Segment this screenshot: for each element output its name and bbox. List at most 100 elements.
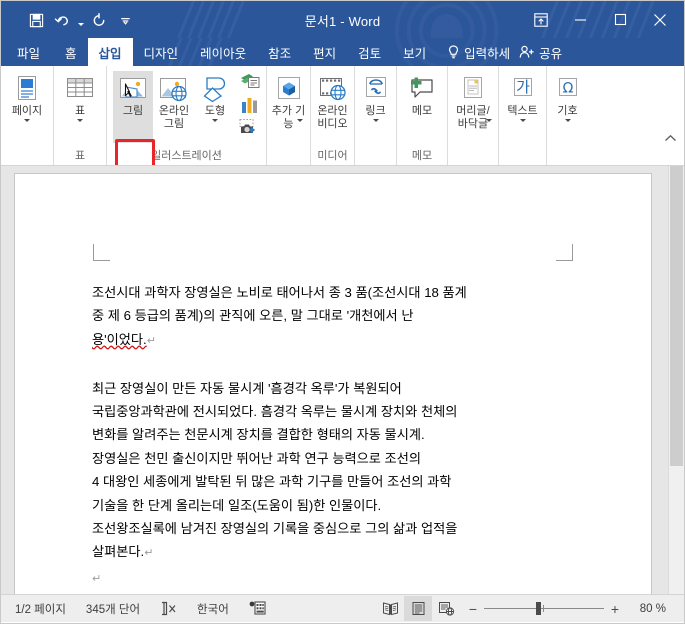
ribbon: 페이지 표 표 그림 온라인 그림 도형 일러스트레이션 추가 기 능 온라인 … (1, 66, 684, 166)
link-icon (362, 73, 390, 105)
document-body[interactable]: 조선시대 과학자 장영실은 노비로 태어나서 종 3 품(조선시대 18 품계 … (92, 281, 599, 594)
ribbon-display-icon[interactable] (522, 5, 560, 34)
picture-button-label: 그림 (122, 105, 144, 117)
tell-me-label: 입력하세 (464, 46, 511, 61)
header-footer-button[interactable]: 머리글/ 바닥글 (449, 71, 498, 130)
page-indicator[interactable]: 1/2 페이지 (1, 595, 76, 622)
tables-group-label: 표 (74, 150, 86, 162)
tab-home[interactable]: 홈 (54, 38, 88, 66)
headerfooter-group-label (448, 148, 498, 165)
tab-review[interactable]: 검토 (347, 38, 392, 66)
chevron-down-icon[interactable] (564, 118, 571, 122)
zoom-slider-thumb[interactable] (536, 602, 541, 615)
cover-page-icon (14, 73, 40, 105)
addins-button[interactable]: 추가 기 능 (268, 71, 310, 130)
chevron-down-icon[interactable] (77, 118, 83, 122)
tab-insert[interactable]: 삽입 (87, 38, 133, 66)
document-paragraph: 최근 장영실이 만든 자동 물시계 '흠경각 옥루'가 복원되어 국립중앙과학관… (92, 377, 599, 566)
table-button-label: 표 (74, 105, 86, 117)
zoom-slider-tick (543, 605, 544, 612)
maximize-icon[interactable] (600, 5, 640, 34)
tab-file[interactable]: 파일 (1, 38, 54, 66)
media-group: 온라인 비디오 미디어 (310, 66, 354, 165)
online-picture-icon (158, 73, 190, 105)
online-picture-button[interactable]: 온라인 그림 (153, 71, 195, 130)
tab-view[interactable]: 보기 (392, 38, 437, 66)
share-button[interactable]: 공유 (519, 38, 572, 66)
pilcrow-icon: ↵ (144, 547, 154, 560)
table-icon (65, 73, 95, 105)
pages-group: 페이지 (1, 66, 53, 165)
close-icon[interactable] (640, 5, 680, 34)
tell-me-search[interactable]: 입력하세 (447, 38, 510, 66)
macro-recording[interactable] (239, 595, 276, 622)
vertical-scrollbar-thumb[interactable] (670, 166, 683, 466)
vertical-scrollbar[interactable] (668, 166, 684, 594)
zoom-out-button[interactable]: − (468, 601, 478, 617)
collapse-ribbon-button[interactable] (664, 134, 677, 146)
comment-button[interactable]: 메모 (400, 71, 445, 118)
tab-references[interactable]: 참조 (257, 38, 302, 66)
chevron-down-icon[interactable] (212, 118, 218, 122)
word-count[interactable]: 345개 단어 (76, 595, 150, 622)
web-layout-icon (438, 602, 454, 616)
chevron-down-icon[interactable] (519, 118, 526, 122)
language-indicator[interactable]: 한국어 (187, 595, 239, 622)
text-button-label: 텍스트 (507, 105, 538, 117)
status-bar-right: − + 80 % (376, 595, 684, 622)
screenshot-button[interactable] (237, 116, 262, 137)
picture-button[interactable]: 그림 (113, 71, 153, 143)
document-paragraph: 조선시대 과학자 장영실은 노비로 태어나서 종 3 품(조선시대 18 품계 … (92, 281, 599, 353)
print-layout-view-button[interactable] (404, 596, 432, 621)
online-picture-button-label: 온라인 그림 (158, 105, 190, 130)
comment-icon (407, 73, 437, 105)
window-controls (522, 5, 680, 34)
chevron-down-icon[interactable] (486, 119, 492, 122)
chevron-down-icon[interactable] (372, 118, 379, 122)
document-canvas[interactable]: 조선시대 과학자 장영실은 노비로 태어나서 종 3 품(조선시대 18 품계 … (1, 166, 684, 594)
tab-layout[interactable]: 레이아웃 (189, 38, 257, 66)
margin-marker-top-right (556, 244, 573, 261)
zoom-slider[interactable] (484, 601, 604, 617)
links-group: 링크 (354, 66, 396, 165)
shapes-icon (199, 73, 231, 105)
minimize-icon[interactable] (560, 5, 600, 34)
document-line-misspelled: 용'이었다. (92, 331, 147, 347)
web-layout-view-button[interactable] (432, 596, 460, 621)
tab-design[interactable]: 디자인 (133, 38, 190, 66)
media-group-label: 미디어 (317, 150, 348, 162)
read-mode-view-button[interactable] (376, 596, 404, 621)
table-button[interactable]: 표 (57, 71, 104, 122)
tab-mailings[interactable]: 편지 (302, 38, 347, 66)
text-button[interactable]: 가 텍스트 (500, 71, 546, 122)
chart-button[interactable] (239, 94, 261, 115)
omega-symbol-icon: Ω (555, 73, 581, 105)
symbols-button[interactable]: Ω 기호 (548, 71, 588, 122)
shapes-button[interactable]: 도형 (195, 71, 235, 122)
links-group-label (355, 148, 396, 165)
chevron-down-icon[interactable] (24, 118, 30, 122)
pages-button[interactable]: 페이지 (4, 71, 50, 122)
addins-group: 추가 기 능 (266, 66, 310, 165)
print-layout-icon (412, 602, 424, 615)
zoom-in-button[interactable]: + (610, 601, 620, 617)
pages-group-label (1, 148, 53, 165)
document-line: 국립중앙과학관에 전시되었다. 흠경각 옥루는 물시계 장치와 천체의 (92, 404, 458, 420)
document-line: 변화를 알려주는 천문시계 장치를 결합한 형태의 자동 물시계. (92, 427, 425, 443)
picture-icon (118, 73, 148, 105)
links-button-label: 링크 (365, 105, 386, 117)
proofing-status[interactable] (150, 595, 187, 622)
zoom-percent[interactable]: 80 % (626, 603, 676, 615)
pilcrow-icon: ↵ (92, 572, 102, 585)
word-window: 문서1 - Word 파일 홈 삽입 디자인 레이아웃 참조 편지 검토 보기 … (0, 0, 685, 624)
status-bar: 1/2 페이지 345개 단어 한국어 − + 80 % (1, 594, 684, 622)
tables-group: 표 표 (53, 66, 106, 165)
links-button[interactable]: 링크 (356, 71, 396, 122)
share-label: 공유 (539, 46, 563, 61)
zoom-control: − + 80 % (460, 601, 684, 617)
chevron-down-icon[interactable] (296, 119, 303, 122)
document-page[interactable]: 조선시대 과학자 장영실은 노비로 태어나서 종 3 품(조선시대 18 품계 … (14, 173, 652, 594)
header-footer-button-label: 머리글/ 바닥글 (456, 105, 490, 130)
online-video-button[interactable]: 온라인 비디오 (312, 71, 354, 130)
smartart-button[interactable] (238, 72, 262, 93)
